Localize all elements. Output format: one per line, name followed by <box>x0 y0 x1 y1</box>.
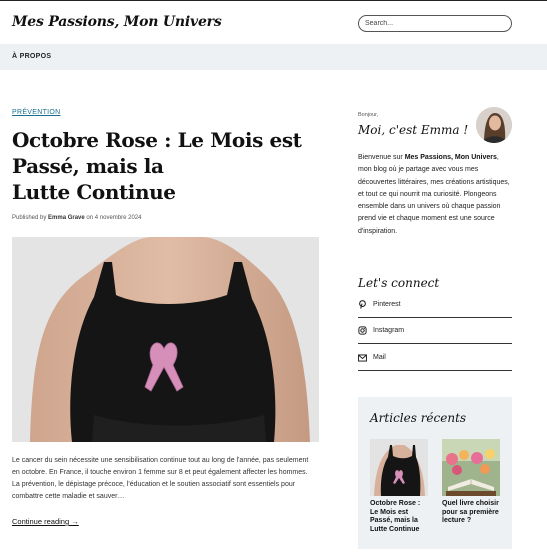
social-link-pinterest[interactable]: Pinterest <box>358 292 512 318</box>
social-label-instagram: Instagram <box>373 327 405 334</box>
recent-articles-widget: Articles récents Octobre Rose : Le Mois … <box>358 397 512 549</box>
post-title-line-1: Octobre Rose : Le Mois est <box>12 128 302 152</box>
mail-icon <box>358 353 370 362</box>
recent-article-title-2[interactable]: Quel livre choisir pour sa première lect… <box>442 500 500 526</box>
post-byline: Published by Emma Grave on 4 novembre 20… <box>12 215 141 221</box>
post-title[interactable]: Octobre Rose : Le Mois est Passé, mais l… <box>12 127 332 205</box>
instagram-icon <box>358 326 370 335</box>
post-featured-image[interactable] <box>12 237 319 442</box>
avatar-photo <box>476 107 512 143</box>
social-label-mail: Mail <box>373 354 386 361</box>
woman-black-top-pink-ribbon-photo <box>12 237 319 442</box>
byline-prefix: Published by <box>12 215 47 221</box>
avatar <box>476 107 512 143</box>
recent-articles-heading: Articles récents <box>370 411 467 425</box>
continue-reading-link[interactable]: Continue reading → <box>12 517 79 526</box>
social-link-mail[interactable]: Mail <box>358 345 512 371</box>
recent-article-thumbnail-1[interactable] <box>370 439 428 496</box>
sidebar-bio: Bienvenue sur Mes Passions, Mon Univers,… <box>358 152 514 238</box>
search-input[interactable] <box>358 15 512 32</box>
bio-text: , mon blog où je partage avec vous mes d… <box>358 154 510 235</box>
nav-item-a-propos[interactable]: À PROPOS <box>12 53 51 60</box>
post-date: 4 novembre 2024 <box>94 215 142 221</box>
post-author-link[interactable]: Emma Grave <box>48 215 85 221</box>
connect-heading: Let's connect <box>358 276 440 290</box>
pinterest-icon <box>358 300 370 309</box>
site-title[interactable]: Mes Passions, Mon Univers <box>12 14 222 30</box>
post-excerpt: Le cancer du sein nécessite une sensibil… <box>12 457 309 500</box>
nav-bar: À PROPOS <box>0 44 547 70</box>
recent-article-title-1[interactable]: Octobre Rose : Le Mois est Passé, mais l… <box>370 500 428 534</box>
recent-article-thumbnail-2[interactable] <box>442 439 500 496</box>
byline-on: on <box>86 215 94 221</box>
post-category-link[interactable]: PRÉVENTION <box>12 109 61 116</box>
book-flowers-thumbnail <box>442 439 500 496</box>
black-top-ribbon-thumbnail <box>370 439 428 496</box>
bio-prefix: Bienvenue sur <box>358 154 405 161</box>
sidebar-author-name: Moi, c'est Emma ! <box>358 123 469 137</box>
post-title-line-3: Lutte Continue <box>12 180 176 204</box>
sidebar-greeting: Bonjour, <box>358 112 379 118</box>
bio-site-name: Mes Passions, Mon Univers <box>404 154 497 161</box>
social-label-pinterest: Pinterest <box>373 301 401 308</box>
site-header: Mes Passions, Mon Univers <box>0 0 547 44</box>
post-title-line-2: Passé, mais la <box>12 154 164 178</box>
social-link-instagram[interactable]: Instagram <box>358 318 512 344</box>
